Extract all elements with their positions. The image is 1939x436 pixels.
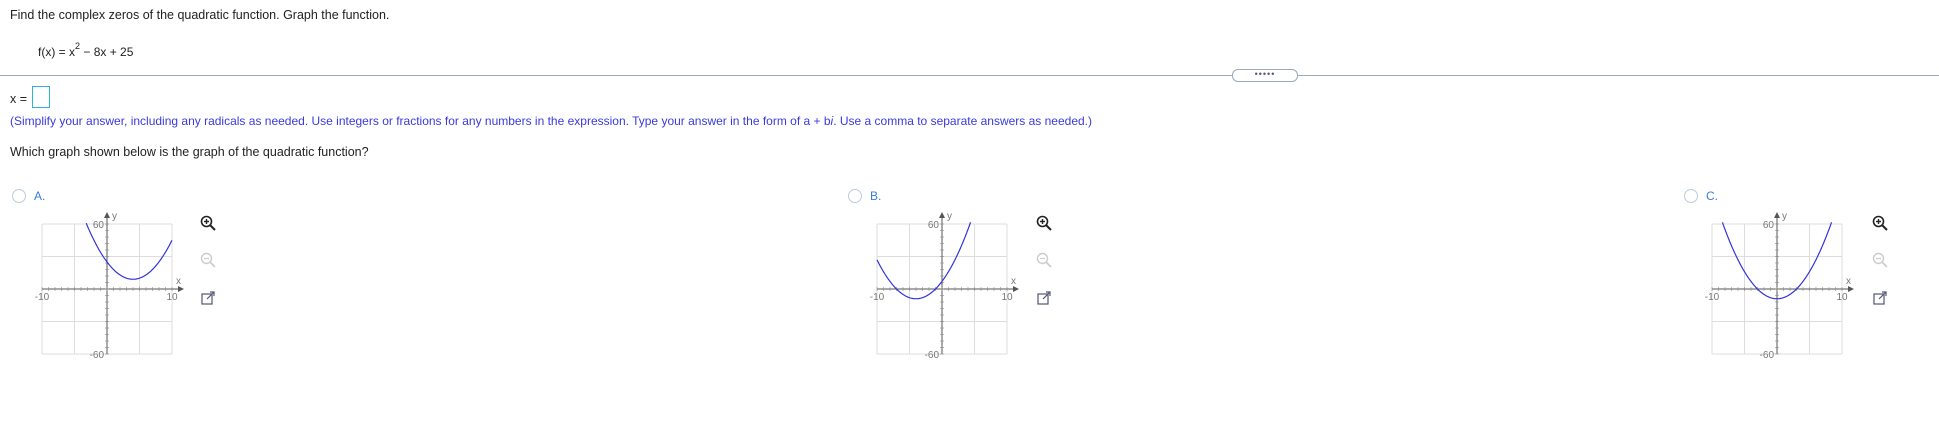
- option-a-label[interactable]: A.: [34, 189, 45, 203]
- option-c-radio[interactable]: [1684, 189, 1698, 203]
- expand-button[interactable]: •••••: [1232, 69, 1298, 82]
- zoom-out-icon[interactable]: [1036, 252, 1052, 268]
- y-max-label: 60: [1763, 220, 1775, 231]
- zoom-out-icon[interactable]: [1872, 252, 1888, 268]
- y-axis-label: y: [947, 211, 952, 222]
- y-axis-label: y: [112, 211, 117, 222]
- parabola-curve: [85, 222, 173, 280]
- x-axis-label: x: [176, 276, 181, 287]
- y-axis-label: y: [1782, 211, 1787, 222]
- hint-before: (Simplify your answer, including any rad…: [10, 114, 831, 128]
- x-max-label: 10: [166, 292, 178, 303]
- y-max-label: 60: [928, 220, 940, 231]
- hint-after: . Use a comma to separate answers as nee…: [833, 114, 1092, 128]
- x-axis-label: x: [1011, 276, 1016, 287]
- y-min-label: -60: [925, 350, 940, 361]
- y-min-label: -60: [1760, 350, 1775, 361]
- x-min-label: -10: [1705, 292, 1720, 303]
- parabola-curve: [876, 222, 972, 300]
- option-c-label[interactable]: C.: [1706, 189, 1718, 203]
- y-axis-arrow: [1774, 212, 1780, 218]
- function-rhs: − 8x + 25: [80, 45, 134, 59]
- zoom-in-icon[interactable]: [1036, 215, 1052, 231]
- graph-option-c: 60 -60 -10 10 x y: [1705, 211, 1854, 361]
- answer-hint: (Simplify your answer, including any rad…: [10, 114, 1092, 128]
- graph-option-b: 60 -60 -10 10 x y: [870, 211, 1019, 361]
- x-axis-label: x: [1846, 276, 1851, 287]
- function-exponent: 2: [75, 41, 81, 51]
- option-b-radio[interactable]: [848, 189, 862, 203]
- y-max-label: 60: [93, 220, 105, 231]
- popout-icon[interactable]: [1036, 290, 1052, 306]
- x-max-label: 10: [1001, 292, 1013, 303]
- popout-icon[interactable]: [200, 290, 216, 306]
- question-text: Find the complex zeros of the quadratic …: [10, 8, 390, 22]
- section-divider: [0, 75, 1939, 76]
- answer-input[interactable]: [32, 86, 50, 108]
- x-min-label: -10: [35, 292, 50, 303]
- answer-label: x =: [10, 92, 28, 106]
- option-b-label[interactable]: B.: [870, 189, 881, 203]
- zoom-in-icon[interactable]: [1872, 215, 1888, 231]
- y-axis-arrow: [939, 212, 945, 218]
- function-expression: f(x) = x2 − 8x + 25: [38, 41, 134, 59]
- graph-option-a: 60 -60 -10 10 x y: [35, 211, 184, 361]
- graph-question: Which graph shown below is the graph of …: [10, 145, 369, 159]
- zoom-in-icon[interactable]: [200, 215, 216, 231]
- popout-icon[interactable]: [1872, 290, 1888, 306]
- y-axis-arrow: [104, 212, 110, 218]
- y-min-label: -60: [90, 350, 105, 361]
- option-a-radio[interactable]: [12, 189, 26, 203]
- zoom-out-icon[interactable]: [200, 252, 216, 268]
- x-min-label: -10: [870, 292, 885, 303]
- function-lhs: f(x) = x: [38, 45, 76, 59]
- x-max-label: 10: [1836, 292, 1848, 303]
